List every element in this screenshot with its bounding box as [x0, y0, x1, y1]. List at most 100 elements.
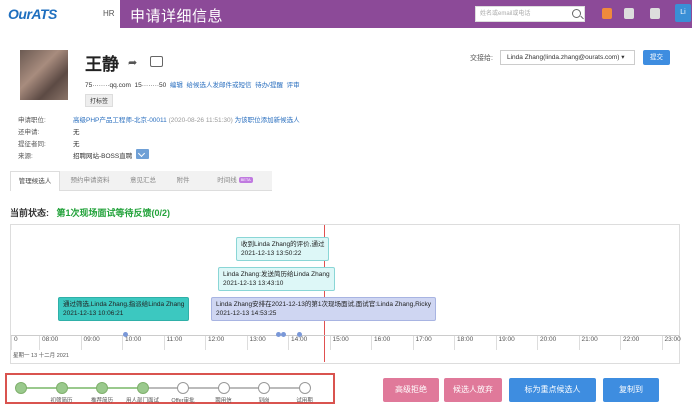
job-value-line: 高级PHP产品工程师-北京-00011 (2020-08-26 11:51:30…: [73, 114, 300, 124]
step-dot[interactable]: [96, 382, 108, 394]
timeline[interactable]: 0 08:00 09:00 10:00 11:00 12:00 13:00 14:00 15:0…: [10, 224, 681, 364]
timeline-tick: 20:00: [537, 336, 556, 350]
todo-link[interactable]: 待办/提醒: [255, 82, 283, 89]
timeline-tick: 13:00: [246, 336, 266, 350]
step-dot[interactable]: [136, 382, 149, 394]
timeline-tick: 21:00: [578, 336, 598, 350]
step-label: 聘用信: [215, 398, 232, 404]
timeline-event[interactable]: Linda Zhang:发送简历给Linda Zhang 2021-12-13 …: [218, 267, 335, 291]
tab-bar: 管理候选人 预约申请资料 意见汇总 附件 时间线 BETA: [10, 171, 272, 191]
status-line: 当前状态: 第1次现场面试等待反馈(0/2): [10, 206, 170, 219]
gift-icon[interactable]: [602, 8, 612, 19]
tab-feedback[interactable]: 意见汇总: [120, 171, 166, 191]
contact-line: 75········qq.com 15········50 编辑 给候选人发邮件…: [85, 79, 300, 89]
search-icon[interactable]: [572, 9, 581, 18]
tab-application[interactable]: 预约申请资料: [62, 171, 118, 191]
settings-icon[interactable]: [650, 8, 660, 19]
mark-key-button[interactable]: 标为重点候选人: [509, 378, 596, 402]
step-dot[interactable]: [55, 382, 68, 394]
source-value: 招聘网站-BOSS直聘: [73, 153, 133, 160]
step-label: 到岗: [258, 398, 270, 404]
timeline-dot[interactable]: [123, 332, 128, 337]
timeline-date: 星期一 13 十二月 2021: [13, 353, 69, 359]
step-dot[interactable]: [258, 382, 270, 394]
beta-badge: BETA: [238, 177, 253, 184]
withdraw-button[interactable]: 候选人放弃: [444, 378, 502, 402]
job-label: 申请职位:: [18, 117, 46, 124]
top-bar: OurATS HR 申请详细信息 姓名或email或电话 Li: [0, 0, 692, 28]
other-value: 无: [73, 129, 80, 136]
step-label: 用人部门面试: [125, 398, 159, 404]
timeline-tick: 18:00: [454, 336, 473, 350]
candidate-photo: [20, 50, 68, 100]
avatar[interactable]: Li: [675, 4, 691, 22]
event-text: 通过筛选,Linda Zhang,指派给Linda Zhang: [63, 301, 185, 308]
job-date: (2020-08-26 11:51:30): [168, 117, 233, 124]
timeline-tick: 16:00: [371, 336, 390, 350]
timeline-tick: 0: [11, 336, 18, 350]
edit-link[interactable]: 编辑: [170, 82, 183, 89]
step-label: 试用期: [296, 398, 313, 404]
timeline-event[interactable]: 收到Linda Zhang的评价,通过 2021-12-13 13:50:22: [236, 237, 330, 261]
event-text: Linda Zhang:发送简历给Linda Zhang: [223, 271, 330, 278]
event-time: 2021-12-13 14:53:25: [216, 310, 277, 317]
review-link[interactable]: 评审: [287, 82, 300, 89]
send-message-link[interactable]: 给候选人发邮件或短信: [187, 82, 252, 89]
candidate-phone: 15········50: [134, 82, 167, 89]
event-time: 2021-12-13 13:43:10: [223, 280, 284, 287]
colleague-value: 无: [73, 141, 80, 148]
timeline-dot[interactable]: [297, 332, 302, 337]
timeline-tick: 22:00: [620, 336, 639, 350]
chevron-down-icon[interactable]: [136, 149, 149, 159]
timeline-event[interactable]: Linda Zhang安排在2021-12-13的第1次现场面试,面试官:Lin…: [211, 297, 436, 321]
hr-label[interactable]: HR: [103, 9, 115, 18]
tab-timeline-label: 时间线: [217, 177, 237, 184]
tab-attachments[interactable]: 附件: [168, 171, 198, 191]
candidate-email[interactable]: 75········qq.com: [85, 82, 131, 89]
event-time: 2021-12-13 13:50:22: [241, 250, 302, 257]
job-link[interactable]: 高级PHP产品工程师-北京-00011: [73, 117, 167, 124]
event-text: 收到Linda Zhang的评价,通过: [241, 241, 325, 248]
timeline-tick: 09:00: [80, 336, 100, 350]
timeline-tick: 08:00: [39, 336, 58, 350]
step-dot[interactable]: [177, 382, 189, 394]
source-label: 来源:: [18, 153, 33, 160]
logo[interactable]: OurATS: [8, 6, 78, 22]
timeline-dot[interactable]: [281, 332, 286, 337]
steps-progress-line: [21, 387, 143, 389]
status-value: 第1次现场面试等待反馈(0/2): [56, 208, 171, 218]
step-dot[interactable]: [298, 382, 311, 394]
tag-button[interactable]: 打标签: [85, 94, 114, 107]
step-label: 推荐简历: [90, 398, 113, 404]
share-icon[interactable]: ➦: [128, 56, 137, 69]
timeline-event[interactable]: 通过筛选,Linda Zhang,指派给Linda Zhang 2021-12-…: [58, 297, 190, 321]
add-candidate-link[interactable]: 为该职位添加新候选人: [235, 117, 300, 124]
submit-button[interactable]: 提交: [643, 50, 670, 65]
other-label: 还申请:: [18, 129, 40, 136]
header-band: 申请详细信息 姓名或email或电话 Li: [120, 0, 692, 28]
timeline-tick: 15:00: [329, 336, 349, 350]
status-label: 当前状态:: [10, 208, 49, 218]
tab-manage[interactable]: 管理候选人: [10, 171, 60, 191]
event-text: Linda Zhang安排在2021-12-13的第1次现场面试,面试官:Lin…: [216, 301, 431, 308]
team-icon[interactable]: [624, 8, 634, 19]
timeline-tick: 17:00: [412, 336, 432, 350]
assign-select[interactable]: Linda Zhang(linda.zhang@ourats.com) ▾: [500, 50, 635, 65]
step-dot[interactable]: [15, 382, 27, 394]
assign-value: Linda Zhang(linda.zhang@ourats.com): [507, 54, 620, 61]
page-title: 申请详细信息: [130, 8, 224, 25]
copy-to-button[interactable]: 复制到: [603, 378, 659, 402]
timeline-tick: 19:00: [495, 336, 515, 350]
step-dot[interactable]: [217, 382, 230, 394]
colleague-label: 提征者同:: [18, 141, 46, 148]
progress-steps: 初筛简历 推荐简历 用人部门面试 Offer审批 聘用信 到岗 试用期: [5, 373, 335, 404]
timeline-tick: 12:00: [205, 336, 224, 350]
search-input[interactable]: 姓名或email或电话: [475, 6, 585, 22]
assign-label: 交接给:: [470, 55, 493, 62]
print-icon[interactable]: [150, 56, 163, 67]
reject-button[interactable]: 高级拒绝: [383, 378, 439, 402]
tab-timeline[interactable]: 时间线 BETA: [200, 171, 270, 191]
event-time: 2021-12-13 10:06:21: [63, 310, 124, 317]
timeline-tick: 14:00: [288, 336, 307, 350]
step-label: 初筛简历: [50, 398, 73, 404]
